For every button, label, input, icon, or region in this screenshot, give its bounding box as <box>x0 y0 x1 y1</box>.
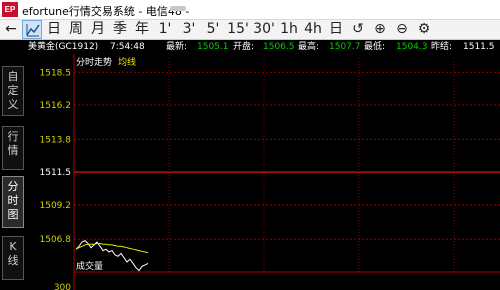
button-label: 1h <box>280 21 298 37</box>
period-button[interactable]: 日 <box>326 20 346 39</box>
intraday-chart[interactable]: 1518.5 1516.2 1513.8 1511.5 1509.2 1506.8 分时走势… <box>26 54 500 290</box>
trend-line-button[interactable] <box>22 20 42 39</box>
period-button[interactable]: 月 <box>88 20 108 39</box>
button-label: 季 <box>113 21 127 37</box>
zoom-in-icon: ⊕ <box>374 21 386 37</box>
button-label: 周 <box>69 21 83 37</box>
period-button[interactable]: 15' <box>226 20 250 39</box>
low-label: 最低: <box>364 42 386 52</box>
sidebar-tab-2[interactable]: 分时图 <box>2 176 24 228</box>
y-tick-label: 1513.8 <box>40 135 72 145</box>
redacted-text <box>170 6 186 11</box>
title-bar: EP efortune行情交易系统 - 电信48 - <box>0 0 500 20</box>
zoom-out-button[interactable]: ⊖ <box>392 20 412 39</box>
zoom-in-button[interactable]: ⊕ <box>370 20 390 39</box>
period-button[interactable]: 3' <box>178 20 200 39</box>
button-label: 4h <box>304 21 322 37</box>
period-button[interactable]: 5' <box>202 20 224 39</box>
high-label: 最高: <box>298 42 320 52</box>
app-logo: EP <box>2 2 18 17</box>
button-label: 5' <box>206 21 220 37</box>
prevclose-value: 1511.5 <box>463 42 495 52</box>
button-label: 30' <box>253 21 275 37</box>
high-value: 1507.7 <box>329 42 361 52</box>
sidebar-tab-label: K线 <box>7 240 19 267</box>
volume-tick-label: 300 <box>54 283 71 290</box>
chart-svg[interactable]: 1518.5 1516.2 1513.8 1511.5 1509.2 1506.8 分时走势… <box>26 54 500 290</box>
symbol-name: 美黄金(GC1912) <box>28 42 99 52</box>
toolbar: ← 日周月季年 1' 3' 5' 15' 30' 1h 4h 日 ↺ ⊕ ⊖ ⚙ <box>0 20 500 40</box>
button-label: 年 <box>135 21 149 37</box>
sidebar-tab-label: 行情 <box>7 130 19 157</box>
y-tick-label: 1511.5 <box>40 168 72 178</box>
open-value: 1506.5 <box>263 42 295 52</box>
period-button[interactable]: 季 <box>110 20 130 39</box>
period-button[interactable]: 日 <box>44 20 64 39</box>
low-value: 1504.3 <box>396 42 428 52</box>
refresh-icon: ↺ <box>352 21 364 37</box>
open-label: 开盘: <box>233 42 255 52</box>
sidebar-tab-3[interactable]: K线 <box>2 236 24 280</box>
button-label: 1' <box>158 21 172 37</box>
prevclose-label: 昨结: <box>431 42 453 52</box>
period-button[interactable]: 周 <box>66 20 86 39</box>
button-label: 15' <box>227 21 249 37</box>
chart-title: 分时走势 <box>76 56 112 68</box>
y-tick-label: 1518.5 <box>40 68 72 78</box>
refresh-button[interactable]: ↺ <box>348 20 368 39</box>
settings-button[interactable]: ⚙ <box>414 20 434 39</box>
button-label: 月 <box>91 21 105 37</box>
button-label: 日 <box>47 21 61 37</box>
sidebar-tab-label: 自定义 <box>7 70 19 111</box>
button-label: 日 <box>329 21 343 37</box>
settings-icon: ⚙ <box>417 21 431 37</box>
period-button[interactable]: 年 <box>132 20 152 39</box>
button-label: 3' <box>182 21 196 37</box>
window-title: efortune行情交易系统 - 电信48 - <box>22 5 190 18</box>
latest-value: 1505.1 <box>197 42 229 52</box>
trend-line-icon <box>26 24 40 37</box>
volume-label: 成交量 <box>76 260 103 272</box>
back-arrow-button[interactable]: ← <box>2 20 20 39</box>
y-tick-label: 1516.2 <box>40 101 72 111</box>
quote-info-bar: 美黄金(GC1912) 7:54:48 最新: 1505.1 开盘: 1506.… <box>26 40 500 54</box>
sidebar-tab-0[interactable]: 自定义 <box>2 66 24 116</box>
back-arrow-icon: ← <box>5 21 17 37</box>
quote-time: 7:54:48 <box>110 42 145 52</box>
sidebar-tab-label: 分时图 <box>7 180 19 221</box>
y-tick-label: 1509.2 <box>40 201 72 211</box>
period-button[interactable]: 30' <box>252 20 276 39</box>
zoom-out-icon: ⊖ <box>396 21 408 37</box>
sidebar-tab-1[interactable]: 行情 <box>2 126 24 170</box>
avg-line-legend: 均线 <box>118 56 136 68</box>
period-button[interactable]: 4h <box>302 20 324 39</box>
period-button[interactable]: 1' <box>154 20 176 39</box>
y-tick-label: 1506.8 <box>40 235 72 245</box>
latest-label: 最新: <box>166 42 188 52</box>
period-button[interactable]: 1h <box>278 20 300 39</box>
sidebar: 自定义行情分时图 K线 <box>0 40 26 290</box>
